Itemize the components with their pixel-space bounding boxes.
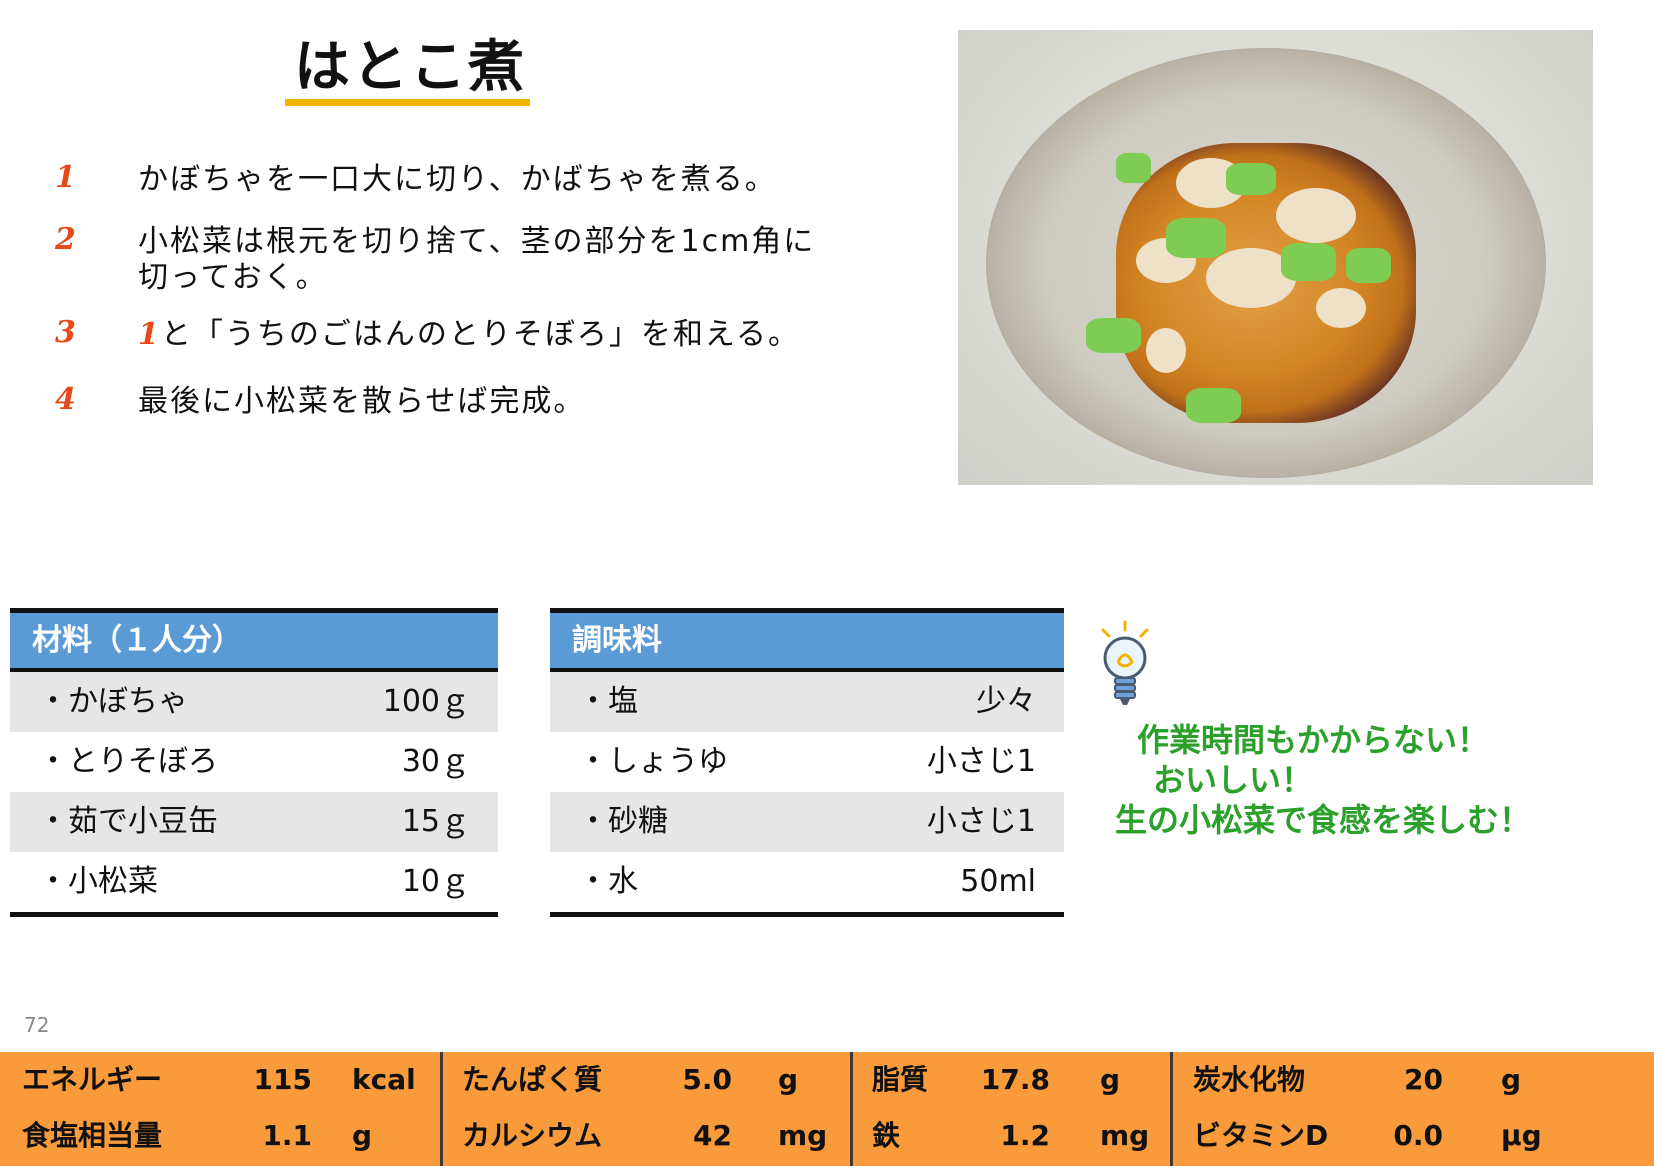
- table-row: ・茹で小豆缶 15ｇ: [10, 792, 498, 852]
- table-row: ・しょうゆ 小さじ1: [550, 732, 1064, 792]
- nutrition-bar: エネルギー 115 kcal たんぱく質 5.0 g 脂質 17.8 g 炭水化…: [0, 1052, 1654, 1166]
- step-text: 1と「うちのごはんのとりそぼろ」を和える。: [138, 315, 848, 355]
- meat-crumble: [1146, 328, 1186, 373]
- nutrition-divider: [1170, 1052, 1173, 1166]
- page-number: 72: [24, 1013, 50, 1037]
- nutrition-salt: 食塩相当量 1.1 g: [22, 1108, 422, 1164]
- tip-line: おいしい！: [1153, 761, 1314, 799]
- tip-line: 作業時間もかからない！: [1137, 721, 1490, 759]
- table-bottom-rule: [10, 912, 498, 917]
- komatsuna-piece: [1186, 388, 1241, 423]
- nutrition-iron: 鉄 1.2 mg: [872, 1108, 1162, 1164]
- table-row: ・塩 少々: [550, 672, 1064, 732]
- seasoning-name: ・しょうゆ: [578, 744, 728, 779]
- nutrition-value: 1.1: [262, 1119, 312, 1152]
- table-row: ・小松菜 10ｇ: [10, 852, 498, 912]
- komatsuna-piece: [1166, 218, 1226, 258]
- nutrition-label: 炭水化物: [1193, 1063, 1306, 1096]
- meat-crumble: [1316, 288, 1366, 328]
- nutrition-label: たんぱく質: [462, 1063, 603, 1096]
- komatsuna-piece: [1226, 163, 1276, 195]
- ingredient-name: ・とりそぼろ: [38, 744, 218, 779]
- step-reference-number: 1: [138, 317, 161, 352]
- nutrition-vitamin-d: ビタミンD 0.0 μg: [1193, 1108, 1633, 1164]
- nutrition-value: 115: [253, 1063, 312, 1096]
- nutrition-fat: 脂質 17.8 g: [872, 1052, 1162, 1108]
- bowl: [986, 48, 1546, 478]
- tip-line: 生の小松菜で食感を楽しむ！: [1115, 801, 1532, 839]
- komatsuna-piece: [1116, 153, 1151, 183]
- nutrition-unit: kcal: [352, 1063, 416, 1096]
- ingredient-qty: 10ｇ: [401, 864, 470, 899]
- nutrition-divider: [850, 1052, 853, 1166]
- page-title: はとこ煮: [294, 35, 526, 100]
- komatsuna-piece: [1281, 243, 1336, 281]
- step-text: 最後に小松菜を散らせば完成。: [138, 384, 586, 419]
- nutrition-value: 5.0: [682, 1063, 732, 1096]
- step-number: 4: [55, 382, 76, 417]
- nutrition-protein: たんぱく質 5.0 g: [462, 1052, 842, 1108]
- seasoning-qty: 小さじ1: [926, 804, 1036, 839]
- table-row: ・かぼちゃ 100ｇ: [10, 672, 498, 732]
- step-number: 2: [55, 222, 76, 257]
- nutrition-label: 食塩相当量: [22, 1119, 163, 1152]
- ingredient-name: ・小松菜: [38, 864, 158, 899]
- nutrition-unit: g: [352, 1119, 373, 1152]
- ingredient-name: ・茹で小豆缶: [38, 804, 218, 839]
- nutrition-unit: g: [778, 1063, 799, 1096]
- nutrition-value: 20: [1404, 1063, 1443, 1096]
- nutrition-label: カルシウム: [462, 1119, 603, 1152]
- nutrition-label: エネルギー: [22, 1063, 163, 1096]
- ingredient-qty: 15ｇ: [401, 804, 470, 839]
- step-text: かぼちゃを一口大に切り、かばちゃを煮る。: [138, 162, 777, 197]
- table-row: ・砂糖 小さじ1: [550, 792, 1064, 852]
- nutrition-value: 42: [693, 1119, 732, 1152]
- nutrition-unit: g: [1501, 1063, 1522, 1096]
- nutrition-value: 17.8: [980, 1063, 1050, 1096]
- seasoning-name: ・水: [578, 864, 638, 899]
- step-number: 1: [55, 160, 76, 195]
- seasoning-name: ・砂糖: [578, 804, 668, 839]
- seasoning-qty: 少々: [976, 684, 1036, 719]
- dish-photo: [958, 30, 1593, 485]
- nutrition-value: 1.2: [1000, 1119, 1050, 1152]
- nutrition-divider: [440, 1052, 443, 1166]
- seasoning-name: ・塩: [578, 684, 638, 719]
- ingredient-qty: 100ｇ: [382, 684, 470, 719]
- nutrition-label: 脂質: [872, 1063, 929, 1096]
- title-underline: [285, 99, 530, 106]
- nutrition-label: 鉄: [872, 1119, 901, 1152]
- lightbulb-icon: [1101, 620, 1149, 705]
- komatsuna-piece: [1346, 248, 1391, 283]
- nutrition-value: 0.0: [1393, 1119, 1443, 1152]
- seasoning-qty: 50ml: [960, 864, 1036, 899]
- step-text-continued: 切っておく。: [138, 260, 328, 295]
- table-bottom-rule: [550, 912, 1064, 917]
- seasoning-qty: 小さじ1: [926, 744, 1036, 779]
- step-text: 小松菜は根元を切り捨て、茎の部分を1cm角に: [138, 224, 816, 259]
- komatsuna-piece: [1086, 318, 1141, 353]
- seasonings-header: 調味料: [550, 613, 1064, 668]
- nutrition-energy: エネルギー 115 kcal: [22, 1052, 422, 1108]
- nutrition-unit: g: [1100, 1063, 1121, 1096]
- nutrition-calcium: カルシウム 42 mg: [462, 1108, 842, 1164]
- nutrition-unit: mg: [778, 1119, 828, 1152]
- ingredient-name: ・かぼちゃ: [38, 684, 188, 719]
- tip-text: 作業時間もかからない！ おいしい！ 生の小松菜で食感を楽しむ！: [1115, 720, 1615, 840]
- table-row: ・水 50ml: [550, 852, 1064, 912]
- nutrition-label: ビタミンD: [1193, 1119, 1329, 1152]
- step-text-body: と「うちのごはんのとりそぼろ」を和える。: [160, 317, 800, 352]
- step-number: 3: [55, 315, 76, 350]
- nutrition-unit: μg: [1501, 1119, 1542, 1152]
- nutrition-carbohydrate: 炭水化物 20 g: [1193, 1052, 1633, 1108]
- meat-crumble: [1276, 188, 1356, 243]
- table-row: ・とりそぼろ 30ｇ: [10, 732, 498, 792]
- nutrition-unit: mg: [1100, 1119, 1150, 1152]
- ingredients-header: 材料（１人分）: [10, 613, 498, 668]
- ingredient-qty: 30ｇ: [401, 744, 470, 779]
